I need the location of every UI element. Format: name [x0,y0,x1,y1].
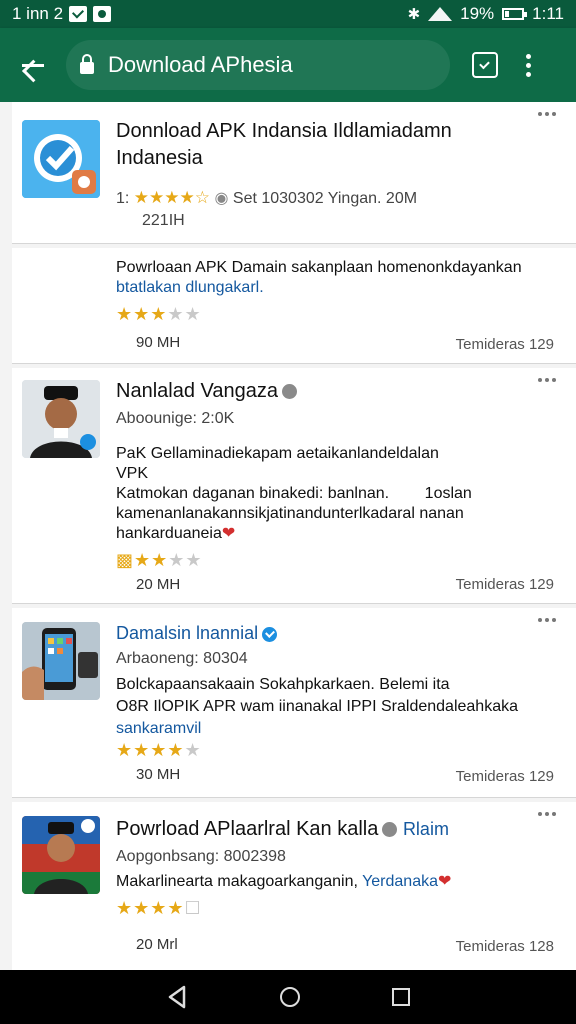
rating-stars: ★★★★☐ [116,898,202,918]
result-title[interactable]: Nanlalad Vangaza [116,378,297,405]
url-text: Download APhesia [108,52,293,77]
wifi-icon [428,7,453,21]
nav-back-icon[interactable] [166,985,188,1009]
back-arrow-icon[interactable] [14,47,50,83]
rating-stars: ▩★★★★ [116,550,203,570]
result-meta: Aboounige: 2:0K [116,410,235,427]
more-options-icon[interactable] [538,378,556,382]
app-icon [22,120,100,198]
result-meta: Arbaoneng: 80304 [116,650,248,667]
result-title[interactable]: Donnload APK Indansia Ildlamiadamn Indan… [116,118,516,172]
file-size: 30 MH [136,766,181,783]
result-description: Powrloaan APK Damain sakanplaan homenonk… [116,259,522,296]
rating-stars: ★★★★★ [116,740,202,760]
url-bar[interactable]: Download APhesia [66,40,450,90]
bluetooth-icon: ✱ [407,6,421,23]
more-options-icon[interactable] [538,112,556,116]
nav-recent-apps-icon[interactable] [392,988,410,1006]
overflow-icon[interactable] [526,53,532,77]
photo-icon [93,6,112,22]
check-icon [69,6,88,22]
list-item[interactable]: Nanlalad Vangaza Aboounige: 2:0K PaK Gel… [12,368,576,604]
list-item[interactable]: Powrloaan APK Damain sakanplaan homenonk… [12,248,576,364]
list-item[interactable]: Donnload APK Indansia Ildlamiadamn Indan… [12,102,576,244]
rating-stars: ★★★★★ [116,304,202,324]
share-icon[interactable] [472,52,498,78]
result-meta: 1: ★★★★☆ ◉ Set 1030302 Yingan. 20M [116,188,418,207]
browser-toolbar: Download APhesia [0,28,576,102]
result-meta: Aopgonbsang: 8002398 [116,848,286,865]
verified-badge-icon [281,384,297,400]
result-meta-line2: 221IH [142,212,185,229]
avatar [22,816,100,894]
file-size: 90 MH [136,334,181,351]
battery-icon [502,8,528,20]
battery-percent: 19% [460,4,495,23]
result-title[interactable]: Damalsin lnannial [116,620,278,647]
nav-home-icon[interactable] [280,987,300,1007]
clock: 1:11 [532,4,564,23]
list-item[interactable]: Powrload APlaarlral Kan kalla Rlaim Aopg… [12,802,576,970]
avatar [22,380,100,458]
more-options-icon[interactable] [538,618,556,622]
result-tag: Temideras 128 [455,938,554,955]
status-bar: 1 inn 2 ✱ 19% 1:11 [0,0,576,28]
system-nav-bar [0,970,576,1024]
results-list: Donnload APK Indansia Ildlamiadamn Indan… [0,102,576,970]
more-options-icon[interactable] [538,812,556,816]
list-item[interactable]: Damalsin lnannial Arbaoneng: 80304 Bolck… [12,608,576,798]
result-tag: Temideras 129 [455,336,554,353]
result-tag: Temideras 129 [455,576,554,593]
result-description: PaK Gellaminadiekapam aetaikanlandeldala… [116,445,472,542]
status-left-text: 1 inn 2 [12,4,64,23]
verified-badge-icon [262,626,278,642]
file-size: 20 MH [136,576,181,593]
result-tag: Temideras 129 [455,768,554,785]
file-size: 20 Mrl [136,936,178,953]
app-thumbnail [22,622,100,700]
lock-icon [80,54,94,74]
result-title[interactable]: Powrload APlaarlral Kan kalla Rlaim [116,816,449,843]
verified-badge-icon [382,822,398,838]
result-description: Makarlinearta makagoarkanganin, Yerdanak… [116,873,452,890]
result-description: Bolckapaansakaain Sokahpkarkaen. Belemi … [116,676,518,737]
